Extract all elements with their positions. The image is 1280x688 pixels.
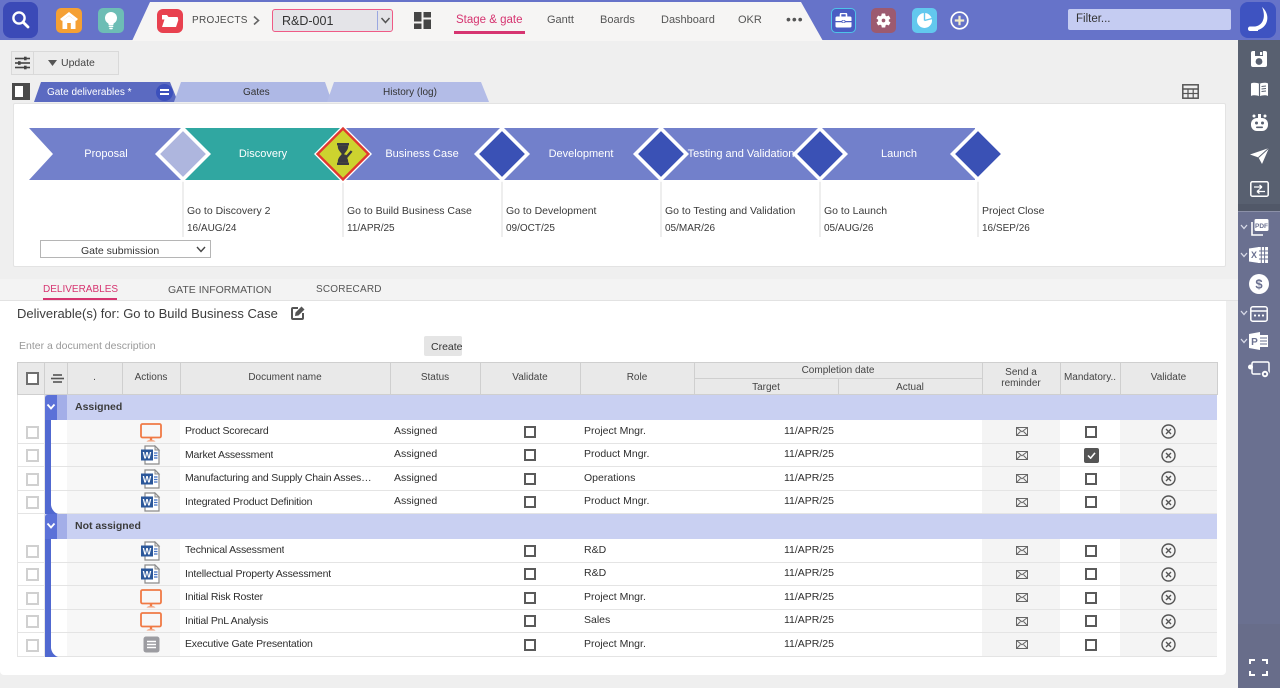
svg-text:W: W [143, 474, 152, 484]
svg-text:W: W [143, 570, 152, 580]
svg-text:P: P [1251, 337, 1258, 348]
svg-text:W: W [143, 546, 152, 556]
svg-text:$: $ [1255, 277, 1263, 292]
svg-text:W: W [143, 498, 152, 508]
svg-text:W: W [143, 451, 152, 461]
svg-text:X: X [1251, 250, 1257, 260]
svg-text:PDF: PDF [1255, 223, 1268, 230]
